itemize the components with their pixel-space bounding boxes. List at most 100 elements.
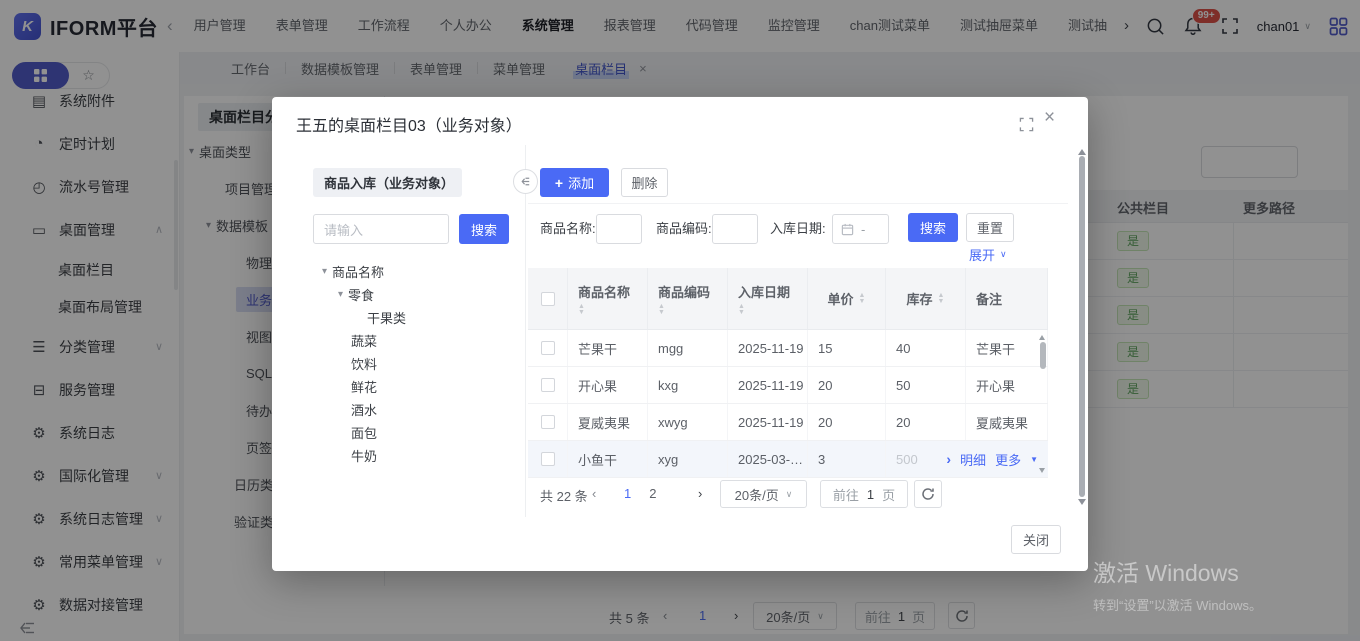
calendar-icon — [841, 223, 854, 236]
table-row[interactable]: 开心果 kxg 2025-11-19 20 50 开心果 — [528, 367, 1048, 404]
cell-code: kxg — [648, 367, 728, 403]
col-header-stock[interactable]: 库存▲▼ — [886, 268, 966, 329]
product-tree-node[interactable]: 饮料 — [313, 352, 518, 375]
table-header-row: 商品名称▲▼ 商品编码▲▼ 入库日期▲▼ 单价▲▼ 库存▲▼ 备注 — [528, 268, 1048, 330]
product-tree-node[interactable]: ▾ 零食 — [313, 283, 518, 306]
row-checkbox[interactable] — [541, 415, 555, 429]
cell-stock: 40 — [886, 330, 966, 366]
select-all-checkbox[interactable] — [541, 292, 555, 306]
cell-date: 2025-11-19 — [728, 367, 808, 403]
table-row[interactable]: 芒果干 mgg 2025-11-19 15 40 芒果干 — [528, 330, 1048, 367]
table-row[interactable]: 夏威夷果 xwyg 2025-11-19 20 20 夏威夷果 — [528, 404, 1048, 441]
sort-icons[interactable]: ▲▼ — [658, 304, 665, 316]
dialog-pagination: 共 22 条 ‹ 1 2 › 20条/页 ∨ 前往 1 页 — [528, 479, 1068, 509]
cell-date: 2025-03-… — [728, 441, 808, 477]
cell-price: 20 — [808, 367, 886, 403]
cell-name: 开心果 — [568, 367, 648, 403]
object-name-box: 商品入库（业务对象） — [313, 168, 462, 197]
add-button[interactable]: + 添加 — [540, 168, 609, 197]
expand-link[interactable]: 展开 ∨ — [969, 245, 1007, 264]
cell-note: 芒果干 — [966, 330, 1048, 366]
page-numbers: 1 2 — [624, 486, 656, 501]
scroll-down-icon — [1078, 499, 1086, 509]
refresh-icon — [921, 487, 935, 501]
sort-icons[interactable]: ▲▼ — [859, 293, 866, 305]
cell-stock: 50 — [886, 367, 966, 403]
scroll-up-icon — [1078, 145, 1086, 155]
goto-page-input[interactable]: 前往 1 页 — [820, 480, 908, 508]
product-tree-node[interactable]: ▾ 商品名称 — [313, 260, 518, 283]
cell-name: 小鱼干 — [568, 441, 648, 477]
row-checkbox[interactable] — [541, 341, 555, 355]
cell-note: 开心果 — [966, 367, 1048, 403]
chevron-down-icon: ∨ — [1000, 249, 1007, 260]
detail-link[interactable]: 明细 — [960, 450, 986, 469]
collapse-panel-button[interactable] — [513, 169, 538, 194]
close-button[interactable]: 关闭 — [1011, 525, 1061, 554]
row-checkbox[interactable] — [541, 452, 555, 466]
table-body: 芒果干 mgg 2025-11-19 15 40 芒果干 开心果 kxg 202… — [528, 330, 1048, 478]
tree-search-input[interactable]: 请输入 — [313, 214, 449, 244]
date-filter-label: 入库日期: — [770, 214, 826, 244]
next-page-icon[interactable]: › — [698, 486, 702, 501]
chevron-down-icon: ∨ — [786, 489, 793, 500]
panel-divider — [525, 145, 526, 517]
name-filter-input[interactable] — [596, 214, 642, 244]
product-tree-node[interactable]: 牛奶 — [313, 444, 518, 467]
sort-icons[interactable]: ▲▼ — [578, 304, 585, 316]
dialog-fullscreen-icon[interactable] — [1019, 117, 1034, 135]
reset-button[interactable]: 重置 — [966, 213, 1014, 242]
table-row[interactable]: 小鱼干 xyg 2025-03-… 3 500 › 明细 更多 ▼ — [528, 441, 1048, 478]
caret-down-icon: ▼ — [1030, 455, 1038, 464]
plus-icon: + — [555, 175, 563, 191]
prev-page-icon[interactable]: ‹ — [592, 486, 596, 501]
product-tree-node[interactable]: 面包 — [313, 421, 518, 444]
name-filter-label: 商品名称: — [540, 214, 596, 244]
scroll-up-icon — [1039, 332, 1045, 340]
scroll-down-icon — [1039, 468, 1045, 476]
sort-icons[interactable]: ▲▼ — [738, 304, 745, 316]
dialog-scrollbar[interactable] — [1078, 145, 1087, 509]
product-tree-node[interactable]: 蔬菜 — [313, 329, 518, 352]
col-header-code[interactable]: 商品编码▲▼ — [648, 268, 728, 329]
tree-expand-arrow-icon[interactable]: ▾ — [322, 266, 327, 277]
cell-stock: 20 — [886, 404, 966, 440]
row-checkbox[interactable] — [541, 378, 555, 392]
date-range-picker[interactable]: - — [832, 214, 889, 244]
col-header-note[interactable]: 备注 — [966, 268, 1048, 329]
cell-code: xwyg — [648, 404, 728, 440]
table-scrollbar[interactable] — [1038, 330, 1048, 478]
expand-row-icon[interactable]: › — [946, 451, 951, 467]
cell-date: 2025-11-19 — [728, 330, 808, 366]
row-actions: › 明细 更多 ▼ — [938, 441, 1048, 477]
page-size-select[interactable]: 20条/页 ∨ — [720, 480, 807, 508]
col-header-name[interactable]: 商品名称▲▼ — [568, 268, 648, 329]
product-tree-node[interactable]: 酒水 — [313, 398, 518, 421]
refresh-button[interactable] — [914, 480, 942, 508]
col-header-price[interactable]: 单价▲▼ — [808, 268, 886, 329]
cell-date: 2025-11-19 — [728, 404, 808, 440]
code-filter-input[interactable] — [712, 214, 758, 244]
cell-name: 芒果干 — [568, 330, 648, 366]
more-link[interactable]: 更多 — [995, 450, 1021, 469]
delete-button[interactable]: 删除 — [621, 168, 668, 197]
products-table: 商品名称▲▼ 商品编码▲▼ 入库日期▲▼ 单价▲▼ 库存▲▼ 备注 芒果干 mg… — [528, 268, 1048, 478]
cell-code: mgg — [648, 330, 728, 366]
scrollbar-thumb — [1040, 342, 1046, 369]
cell-price: 20 — [808, 404, 886, 440]
cell-code: xyg — [648, 441, 728, 477]
search-button[interactable]: 搜索 — [908, 213, 958, 242]
product-tree-node[interactable]: 干果类 — [313, 306, 518, 329]
sort-icons[interactable]: ▲▼ — [938, 293, 945, 305]
desktop-column-dialog: 王五的桌面栏目03（业务对象） × 商品入库（业务对象） 请输入 搜索 ▾ 商品… — [272, 97, 1088, 571]
tree-search-button[interactable]: 搜索 — [459, 214, 509, 244]
tree-expand-arrow-icon[interactable]: ▾ — [338, 289, 343, 300]
col-header-date[interactable]: 入库日期▲▼ — [728, 268, 808, 329]
page-number[interactable]: 2 — [649, 486, 656, 501]
product-tree-node[interactable]: 鲜花 — [313, 375, 518, 398]
toolbar-divider — [528, 203, 1068, 204]
scrollbar-thumb — [1079, 156, 1085, 497]
cell-price: 3 — [808, 441, 886, 477]
dialog-close-icon[interactable]: × — [1044, 107, 1055, 129]
page-number[interactable]: 1 — [624, 486, 631, 501]
